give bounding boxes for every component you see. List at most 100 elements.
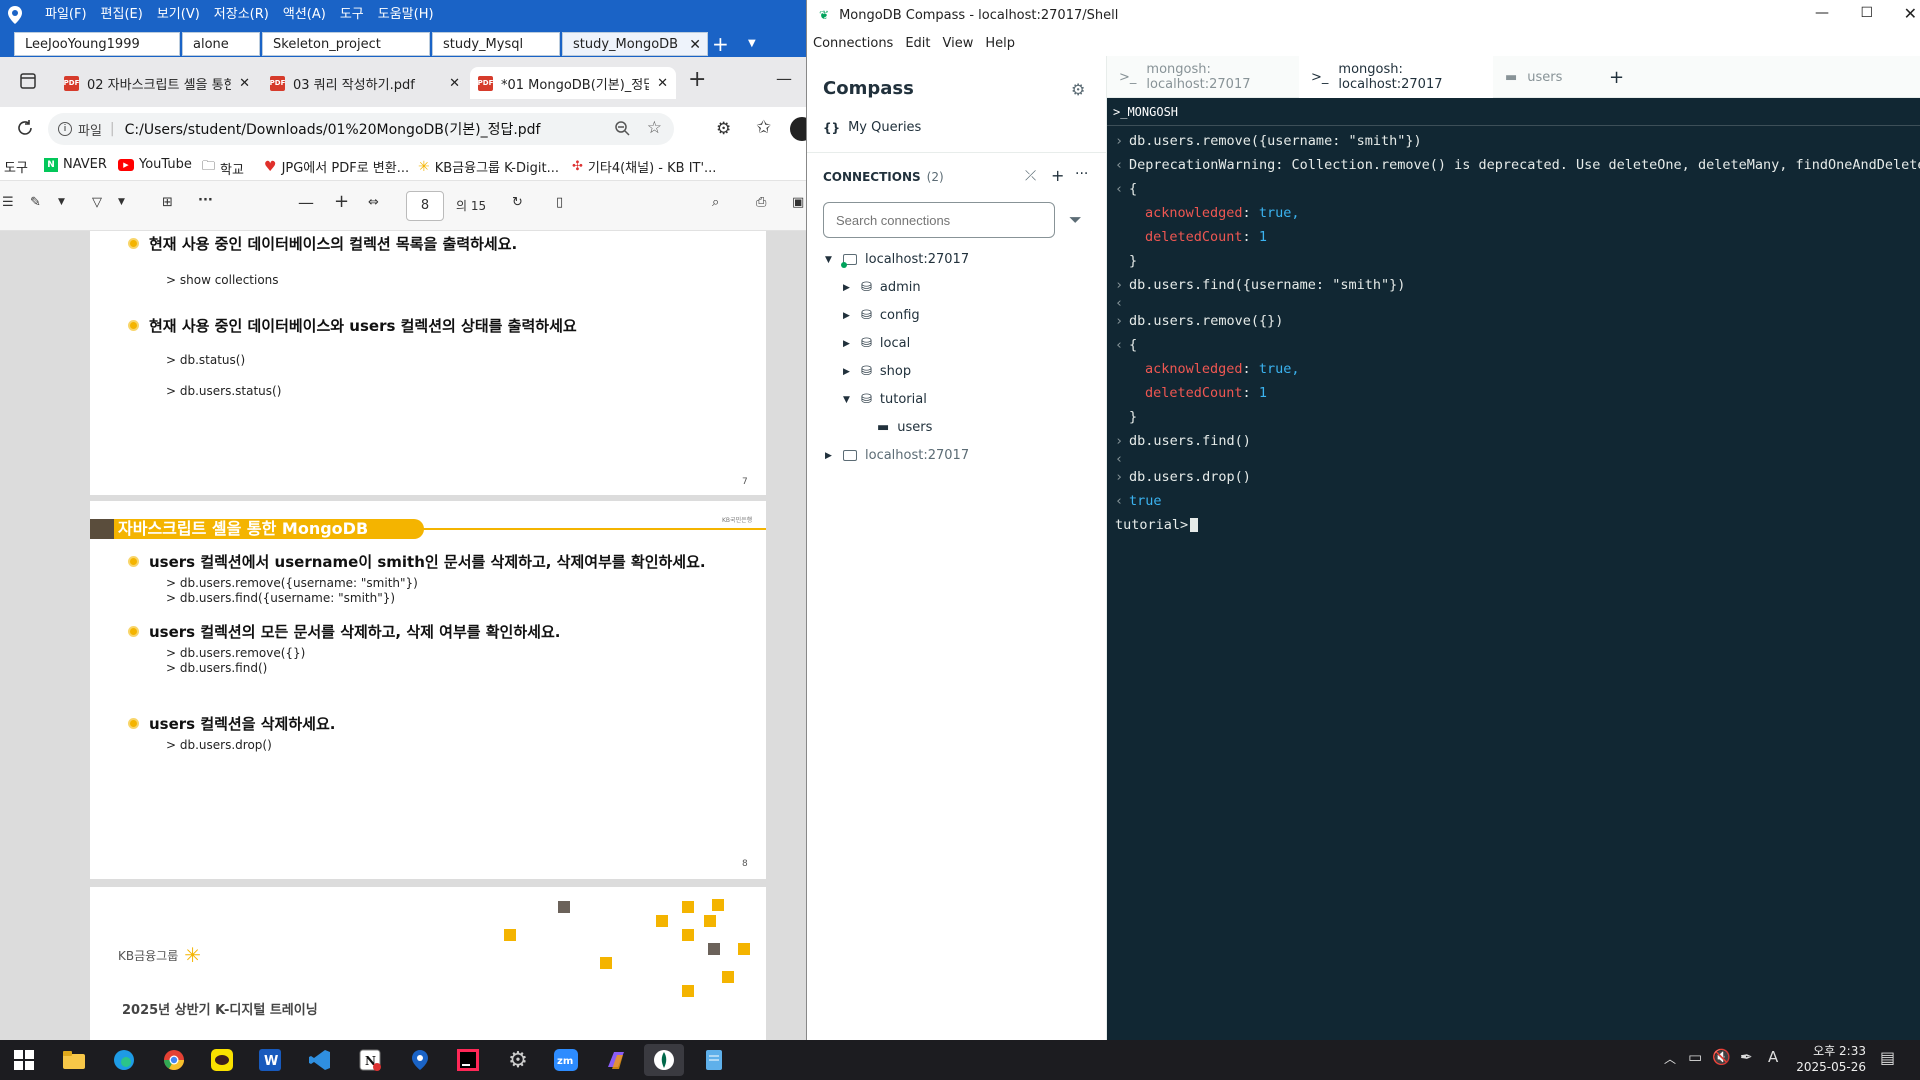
- page-view-icon[interactable]: ▯: [556, 195, 563, 210]
- repo-tab-skeleton[interactable]: Skeleton_project: [262, 32, 430, 56]
- highlight-icon[interactable]: ✎: [30, 195, 41, 210]
- more-icon[interactable]: ···: [198, 193, 213, 208]
- bookmark-naver[interactable]: N NAVER: [44, 157, 107, 172]
- bookmark-kb[interactable]: ✳ KB금융그룹 K-Digit...: [418, 157, 559, 177]
- add-connection-icon[interactable]: +: [1051, 166, 1064, 185]
- menu-action[interactable]: 액션(A): [276, 0, 333, 30]
- connection-localhost-1[interactable]: ▼ localhost:27017: [825, 252, 969, 268]
- repo-tab-mongodb[interactable]: study_MongoDB ✕: [562, 32, 708, 56]
- minimize-icon[interactable]: —: [1815, 5, 1829, 21]
- browser-tab-3[interactable]: PDF *01 MongoDB(기본)_정답.p ✕: [470, 67, 676, 99]
- copilot-icon[interactable]: [596, 1044, 636, 1076]
- bookmark-school[interactable]: 🗀 학교: [202, 157, 244, 179]
- menu-file[interactable]: 파일(F): [38, 0, 94, 30]
- zoom-in-icon[interactable]: +: [334, 191, 349, 212]
- maps-icon[interactable]: [400, 1044, 440, 1076]
- rotate-icon[interactable]: ↻: [512, 195, 523, 210]
- add-tab-icon[interactable]: +: [1597, 56, 1636, 98]
- tab-mongosh-1[interactable]: >_ mongosh: localhost:27017: [1107, 56, 1299, 98]
- bookmark-youtube[interactable]: ▶ YouTube: [118, 157, 192, 172]
- search-icon[interactable]: ⌕: [712, 195, 719, 210]
- bookmark-jpg-pdf[interactable]: ♥ JPG에서 PDF로 변환...: [264, 157, 409, 177]
- edge-icon[interactable]: [104, 1044, 144, 1076]
- search-connections-input[interactable]: [823, 202, 1055, 238]
- tab-actions-icon[interactable]: [20, 73, 36, 89]
- repo-tab-alone[interactable]: alone: [182, 32, 260, 56]
- settings-icon[interactable]: ⚙: [498, 1044, 538, 1076]
- close-icon[interactable]: ✕: [449, 76, 460, 91]
- db-local[interactable]: ▶ ⛁ local: [843, 336, 910, 351]
- text-icon[interactable]: ⊞: [162, 195, 173, 210]
- menu-connections[interactable]: Connections: [813, 36, 893, 51]
- notion-icon[interactable]: N: [350, 1044, 390, 1076]
- favorites-icon[interactable]: ✩: [756, 117, 771, 138]
- minimize-icon[interactable]: —: [776, 69, 792, 88]
- vscode-icon[interactable]: [300, 1044, 340, 1076]
- chevron-down-icon[interactable]: ▼: [748, 38, 756, 49]
- print-icon[interactable]: ⎙: [756, 195, 766, 210]
- browser-tab-2[interactable]: PDF 03 쿼리 작성하기.pdf ✕: [262, 67, 468, 99]
- bookmark-tools[interactable]: 도구: [4, 157, 28, 176]
- mongosh-shell[interactable]: › db.users.remove({username: "smith"}) ‹ D…: [1107, 128, 1920, 1040]
- pdf-viewer[interactable]: 현재 사용 중인 데이터베이스의 컬렉션 목록을 출력하세요. > show c…: [0, 231, 806, 1040]
- page-number-input[interactable]: 8: [406, 191, 444, 221]
- volume-muted-icon[interactable]: 🔇: [1712, 1048, 1731, 1066]
- more-options-icon[interactable]: ···: [1075, 166, 1088, 182]
- maximize-icon[interactable]: ☐: [1860, 5, 1873, 21]
- close-icon[interactable]: ✕: [689, 33, 701, 57]
- collapse-all-icon[interactable]: ⤫: [1025, 168, 1036, 184]
- info-icon[interactable]: i: [58, 122, 72, 136]
- new-tab-icon[interactable]: +: [688, 67, 706, 92]
- menu-edit[interactable]: 편집(E): [94, 0, 150, 30]
- add-tab-icon[interactable]: +: [712, 34, 729, 54]
- close-icon[interactable]: ✕: [1904, 4, 1917, 23]
- chevron-down-icon[interactable]: ▼: [58, 197, 65, 207]
- kakaotalk-icon[interactable]: [202, 1044, 242, 1076]
- draw-icon[interactable]: ▽: [92, 195, 102, 210]
- pen-icon[interactable]: ✒: [1740, 1048, 1753, 1066]
- extensions-icon[interactable]: ⚙: [716, 119, 731, 139]
- chevron-down-icon[interactable]: ▼: [118, 197, 125, 207]
- db-admin[interactable]: ▶ ⛁ admin: [843, 280, 921, 295]
- tab-users-collection[interactable]: ▬ users: [1493, 56, 1593, 98]
- zoom-out-icon[interactable]: —: [298, 193, 314, 212]
- menu-edit[interactable]: Edit: [905, 36, 930, 51]
- close-icon[interactable]: ✕: [239, 76, 250, 91]
- save-icon[interactable]: ▣: [792, 195, 804, 210]
- refresh-icon[interactable]: [16, 119, 34, 137]
- shell-prompt[interactable]: tutorial>: [1115, 514, 1199, 536]
- notepad-icon[interactable]: [694, 1044, 734, 1076]
- tab-mongosh-2[interactable]: >_ mongosh: localhost:27017: [1299, 56, 1493, 98]
- collection-users[interactable]: ▬ users: [877, 420, 932, 435]
- menu-help[interactable]: 도움말(H): [371, 0, 441, 30]
- menu-help[interactable]: Help: [985, 36, 1015, 51]
- db-shop[interactable]: ▶ ⛁ shop: [843, 364, 911, 379]
- zoom-icon[interactable]: [614, 120, 630, 136]
- menu-icon[interactable]: ☰: [2, 195, 14, 210]
- start-icon[interactable]: [4, 1044, 44, 1076]
- connection-localhost-2[interactable]: ▶ localhost:27017: [825, 448, 969, 463]
- mongodb-icon[interactable]: [644, 1044, 684, 1076]
- browser-tab-1[interactable]: PDF 02 자바스크립트 셸을 통한 ✕: [56, 67, 258, 99]
- menu-view[interactable]: 보기(V): [150, 0, 207, 30]
- address-bar[interactable]: i 파일 | C:/Users/student/Downloads/01%20M…: [48, 113, 674, 145]
- db-tutorial[interactable]: ▼ ⛁ tutorial: [843, 392, 927, 407]
- chrome-icon[interactable]: [154, 1044, 194, 1076]
- db-config[interactable]: ▶ ⛁ config: [843, 308, 920, 323]
- bookmark-etc[interactable]: ✣ 기타4(채널) - KB IT'...: [572, 157, 716, 176]
- gear-icon[interactable]: ⚙: [1071, 80, 1085, 99]
- repo-tab-mysql[interactable]: study_Mysql: [432, 32, 560, 56]
- ime-indicator[interactable]: A: [1768, 1048, 1778, 1066]
- file-explorer-icon[interactable]: [54, 1044, 94, 1076]
- zoom-icon[interactable]: zm: [546, 1044, 586, 1076]
- network-icon[interactable]: ▭: [1688, 1048, 1702, 1066]
- close-icon[interactable]: ✕: [657, 76, 668, 91]
- menu-tools[interactable]: 도구: [333, 0, 371, 30]
- fit-page-icon[interactable]: ⇔: [368, 195, 379, 210]
- favorite-star-icon[interactable]: ☆: [647, 118, 662, 138]
- my-queries-link[interactable]: {} My Queries: [823, 120, 921, 135]
- clock[interactable]: 오후 2:33 2025-05-26: [1790, 1043, 1866, 1075]
- notification-icon[interactable]: ▤: [1880, 1048, 1895, 1067]
- repo-tab-leejooyoung[interactable]: LeeJooYoung1999: [14, 32, 180, 56]
- filter-icon[interactable]: ⏷: [1069, 210, 1082, 230]
